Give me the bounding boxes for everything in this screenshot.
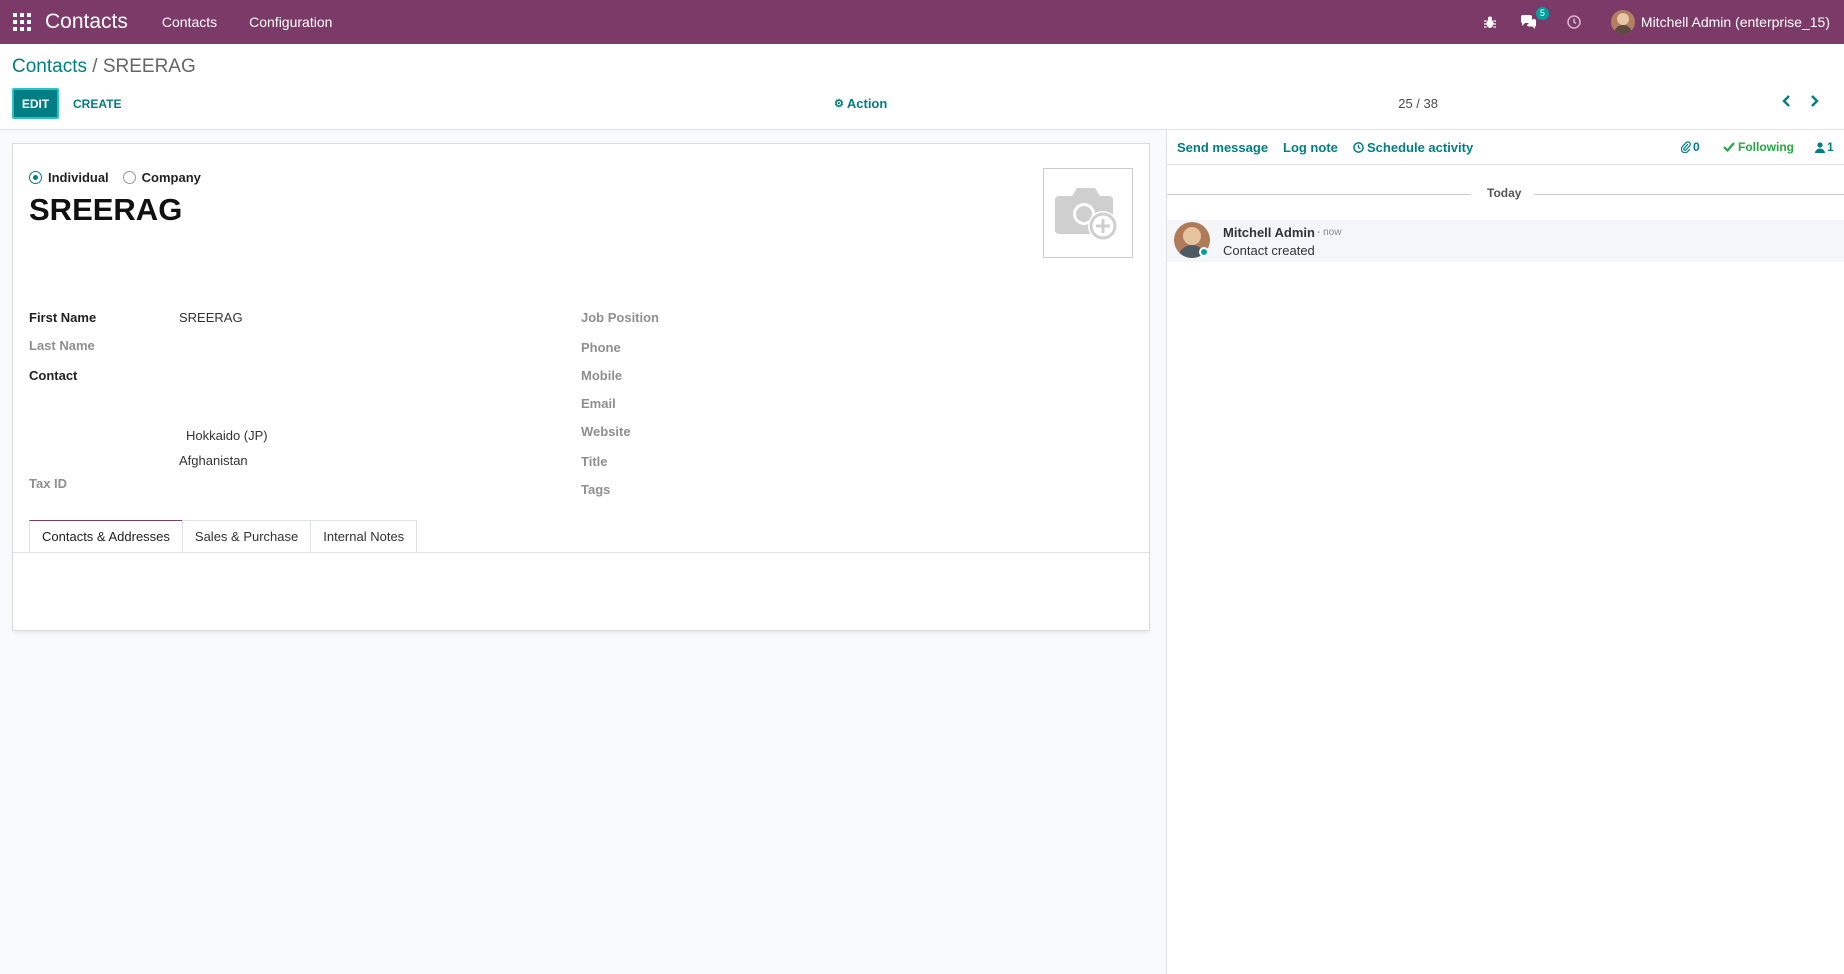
tab-sales-purchase[interactable]: Sales & Purchase	[181, 520, 312, 552]
user-menu-name[interactable]: Mitchell Admin (enterprise_15)	[1641, 14, 1830, 30]
messages-count-badge: 5	[1535, 7, 1549, 20]
navbar-systray: 5 Mitchell Admin (enterprise_15)	[1471, 0, 1844, 44]
schedule-activity-label: Schedule activity	[1367, 140, 1474, 155]
menu-configuration[interactable]: Configuration	[249, 14, 332, 30]
chatter-message: Mitchell Admin - now Contact created	[1167, 220, 1844, 262]
form-notebook-tabs: Contacts & Addresses Sales & Purchase In…	[29, 520, 418, 552]
create-button[interactable]: CREATE	[70, 88, 124, 119]
action-dropdown-button[interactable]: ⚙ Action	[834, 96, 887, 111]
pager-value[interactable]: 25 / 38	[1398, 96, 1438, 111]
activity-clock-icon[interactable]	[1565, 13, 1583, 31]
website-label: Website	[581, 424, 631, 439]
top-navbar: Contacts Contacts Configuration 5 Mitche…	[0, 0, 1844, 44]
breadcrumb-separator: /	[86, 56, 103, 77]
date-separator: Today	[1167, 186, 1844, 202]
company-radio[interactable]	[122, 171, 136, 184]
following-label: Following	[1738, 140, 1794, 154]
breadcrumb-contacts-link[interactable]: Contacts	[12, 56, 87, 77]
chatter-topbar: Send message Log note Schedule activity …	[1167, 130, 1844, 165]
tab-internal-notes[interactable]: Internal Notes	[310, 520, 418, 552]
user-icon	[1815, 141, 1825, 153]
contact-label: Contact	[29, 368, 78, 383]
followers-count: 1	[1827, 140, 1834, 154]
messages-chat-icon[interactable]: 5	[1519, 7, 1549, 31]
mobile-label: Mobile	[581, 368, 623, 383]
individual-radio-label[interactable]: Individual	[48, 170, 109, 185]
online-status-icon	[1199, 247, 1209, 257]
user-avatar[interactable]	[1610, 10, 1635, 34]
form-sheet: Individual Company SREERAG First Name SR…	[12, 143, 1150, 631]
contact-name-heading: SREERAG	[29, 192, 183, 227]
tabs-bottom-border	[13, 552, 1149, 553]
title-label: Title	[581, 454, 608, 469]
camera-add-icon	[1055, 188, 1118, 241]
tax-id-label: Tax ID	[29, 476, 68, 491]
phone-label: Phone	[581, 340, 621, 355]
action-label: Action	[846, 96, 888, 111]
schedule-activity-button[interactable]: Schedule activity	[1353, 140, 1473, 155]
attachments-count: 0	[1693, 140, 1700, 154]
country-value: Afghanistan	[179, 453, 248, 468]
last-name-label: Last Name	[29, 338, 95, 353]
log-note-button[interactable]: Log note	[1283, 140, 1338, 155]
message-date: - now	[1317, 227, 1342, 238]
email-label: Email	[581, 396, 616, 411]
menu-contacts[interactable]: Contacts	[162, 14, 217, 30]
individual-radio[interactable]	[29, 171, 42, 184]
pager-next-chevron-icon[interactable]	[1806, 92, 1822, 110]
message-author[interactable]: Mitchell Admin	[1223, 225, 1315, 240]
attachments-button[interactable]: 0	[1681, 140, 1700, 154]
following-button[interactable]: Following	[1723, 140, 1794, 154]
followers-button[interactable]: 1	[1815, 140, 1834, 154]
company-type-radio-group: Individual Company	[29, 170, 215, 185]
debug-bug-icon[interactable]	[1481, 13, 1499, 31]
first-name-label: First Name	[29, 310, 97, 325]
job-position-label: Job Position	[581, 310, 659, 325]
tab-contacts-addresses[interactable]: Contacts & Addresses	[29, 520, 183, 552]
edit-button[interactable]: EDIT	[12, 88, 59, 119]
tags-label: Tags	[581, 482, 611, 497]
paperclip-icon	[1681, 141, 1691, 153]
company-radio-label[interactable]: Company	[142, 170, 201, 185]
first-name-value: SREERAG	[179, 310, 243, 325]
clock-icon	[1353, 142, 1364, 153]
breadcrumb-current: SREERAG	[102, 56, 196, 77]
send-message-button[interactable]: Send message	[1177, 140, 1268, 155]
breadcrumb: Contacts / SREERAG	[12, 56, 196, 78]
app-brand[interactable]: Contacts	[45, 10, 128, 34]
image-upload-placeholder[interactable]	[1043, 168, 1133, 258]
check-icon	[1723, 142, 1735, 152]
date-separator-label: Today	[1487, 186, 1522, 200]
gear-icon: ⚙	[834, 98, 844, 110]
pager-previous-chevron-icon[interactable]	[1778, 92, 1794, 110]
message-body: Contact created	[1223, 243, 1315, 258]
state-value: Hokkaido (JP)	[186, 428, 268, 443]
app-menu-grid-icon[interactable]	[12, 12, 32, 32]
